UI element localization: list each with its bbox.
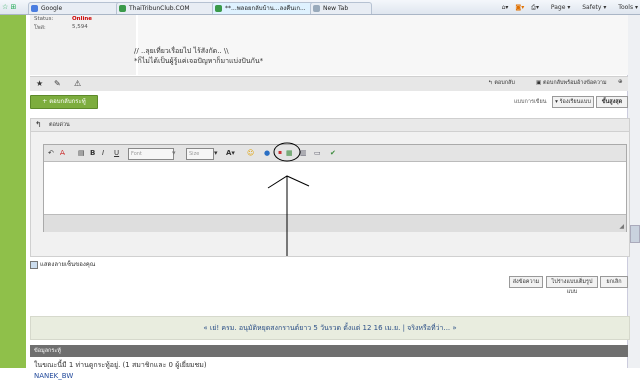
viewer-username-link[interactable]: NANEK_BW bbox=[34, 372, 73, 380]
annotation-circle bbox=[273, 142, 301, 162]
annotation-arrow-head bbox=[267, 175, 310, 189]
annotation-overlay bbox=[267, 142, 310, 256]
